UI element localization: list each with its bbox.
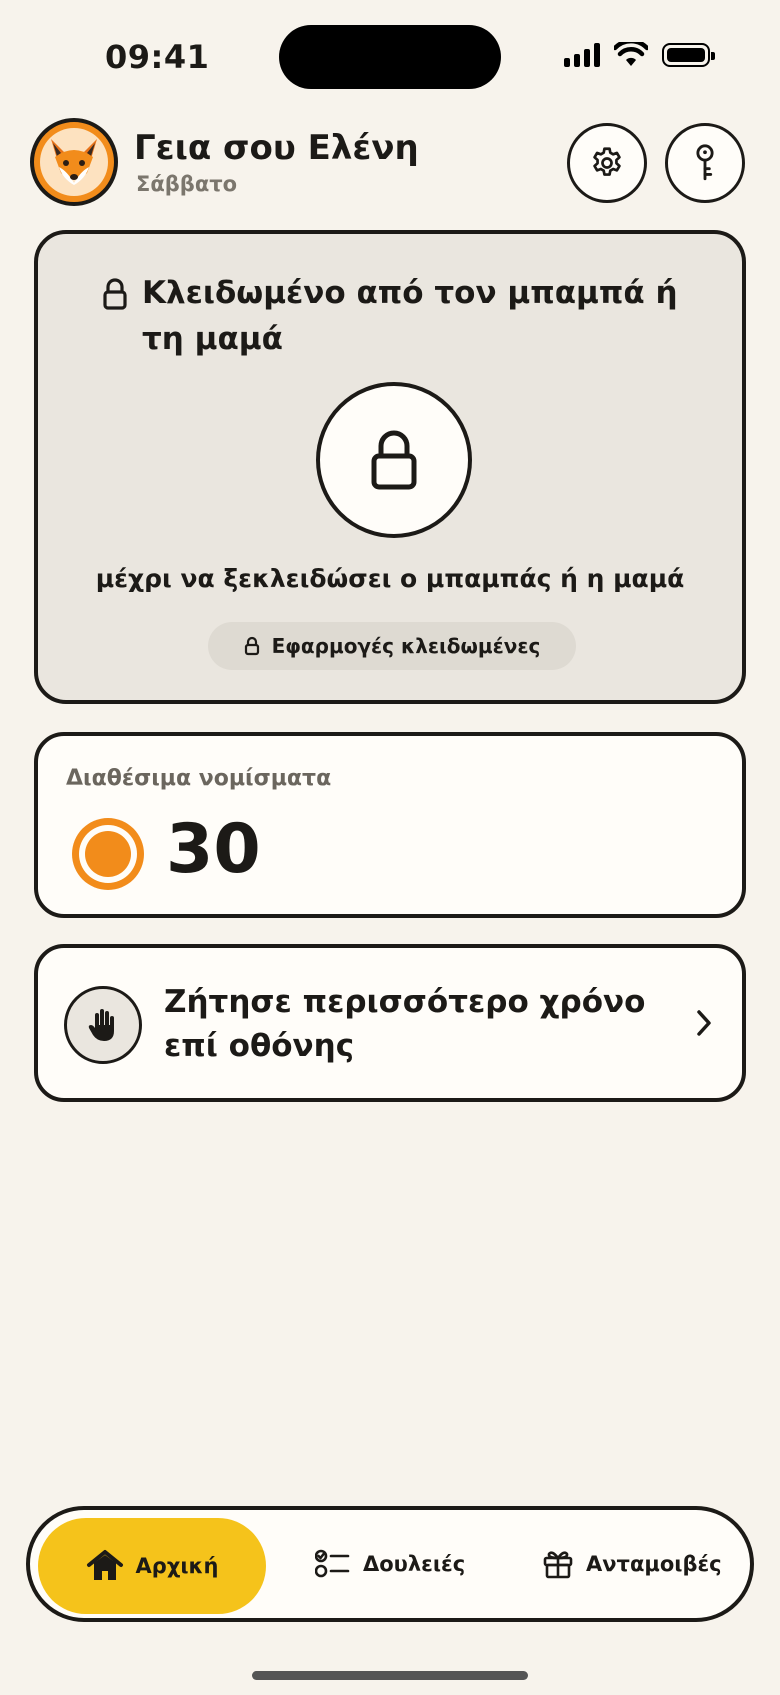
home-indicator[interactable] (252, 1671, 528, 1680)
bottom-nav: Αρχική Δουλειές Ανταμοιβές (26, 1506, 754, 1622)
coins-card: Διαθέσιμα νομίσματα 30 (34, 732, 746, 918)
battery-icon (662, 43, 715, 67)
nav-home[interactable]: Αρχική (38, 1518, 266, 1614)
gear-icon (593, 147, 621, 176)
status-icons (564, 42, 715, 68)
header: Γεια σου Ελένη Σάββατο (30, 118, 750, 208)
dynamic-island (279, 25, 501, 89)
home-icon (86, 1550, 123, 1580)
apps-locked-label: Εφαρμογές κλειδωμένες (271, 634, 541, 658)
avatar[interactable] (30, 118, 118, 206)
locked-title: Κλειδωμένο από τον μπαμπά ή τη μαμά (142, 275, 678, 357)
locked-card: Κλειδωμένο από τον μπαμπά ή τη μαμά μέχρ… (34, 230, 746, 704)
request-more-time-button[interactable]: Ζήτησε περισσότερο χρόνο επί οθόνης (34, 944, 746, 1102)
cellular-signal-icon (564, 43, 600, 67)
checklist-icon (315, 1549, 350, 1578)
nav-chores-label: Δουλειές (363, 1552, 466, 1576)
lock-icon (103, 278, 127, 310)
fox-avatar-icon (40, 128, 108, 196)
nav-rewards-label: Ανταμοιβές (586, 1552, 722, 1576)
locked-title-row: Κλειδωμένο από τον μπαμπά ή τη μαμά (102, 270, 702, 362)
big-lock-badge (316, 382, 472, 538)
unlock-message: μέχρι να ξεκλειδώσει ο μπαμπάς ή η μαμά (95, 564, 685, 593)
parent-key-button[interactable] (665, 123, 745, 203)
wifi-icon (614, 42, 648, 66)
request-more-time-label: Ζήτησε περισσότερο χρόνο επί οθόνης (164, 984, 646, 1064)
status-time: 09:41 (105, 38, 210, 76)
chevron-right-icon (697, 1010, 711, 1036)
nav-chores[interactable]: Δουλειές (315, 1510, 465, 1618)
coins-value: 30 (166, 810, 261, 889)
greeting-title: Γεια σου Ελένη (134, 128, 419, 168)
key-icon (696, 144, 714, 181)
nav-home-label: Αρχική (135, 1554, 219, 1578)
status-bar: 09:41 (0, 0, 780, 110)
nav-rewards[interactable]: Ανταμοιβές (542, 1510, 722, 1618)
coins-label: Διαθέσιμα νομίσματα (66, 766, 332, 791)
apps-locked-badge: Εφαρμογές κλειδωμένες (208, 622, 576, 670)
coin-icon (72, 818, 144, 890)
lock-icon (244, 636, 259, 656)
hand-icon (64, 986, 142, 1064)
gift-icon (543, 1551, 573, 1579)
settings-button[interactable] (567, 123, 647, 203)
padlock-icon (371, 430, 417, 490)
day-label: Σάββατο (136, 172, 238, 196)
